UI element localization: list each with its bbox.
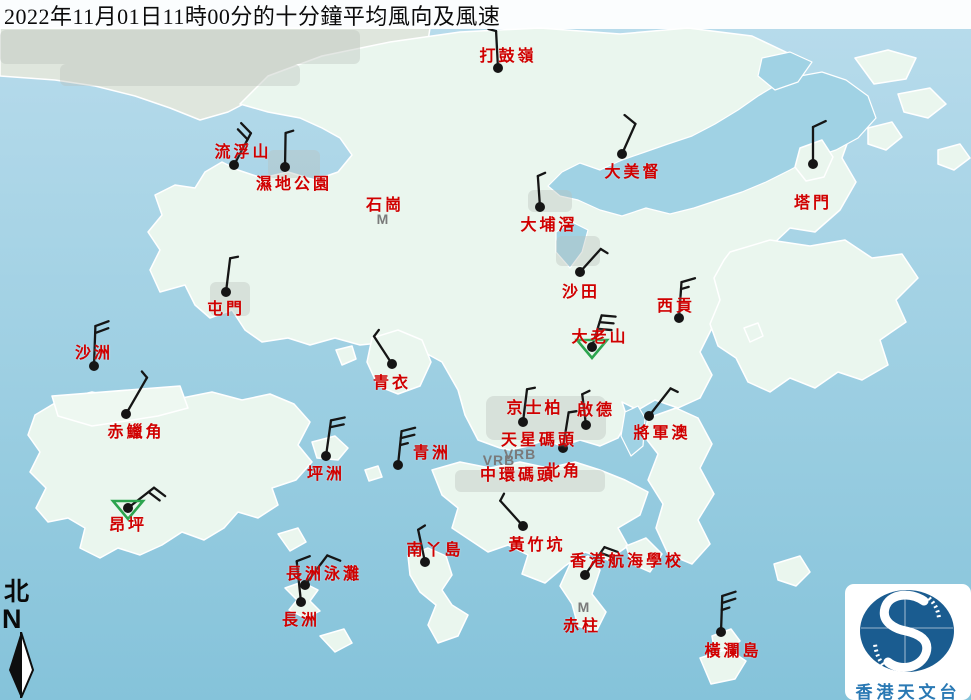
station-濕地公園 <box>280 131 293 172</box>
station-沙田 <box>575 249 608 277</box>
station-西貢 <box>674 278 695 323</box>
station-屯門 <box>221 257 238 297</box>
wind-barb <box>126 371 147 414</box>
station-dot <box>587 342 597 352</box>
wind-barb <box>585 547 618 575</box>
station-dot <box>280 162 290 172</box>
station-dot <box>580 570 590 580</box>
station-坪洲 <box>321 417 345 461</box>
wind-barb <box>305 555 340 585</box>
wind-barb <box>418 525 425 562</box>
station-青洲 <box>393 428 415 470</box>
wind-barb <box>649 388 678 416</box>
wind-barb <box>326 417 345 456</box>
station-dot <box>493 63 503 73</box>
station-大埔滘 <box>535 173 545 212</box>
wind-barb <box>813 121 826 164</box>
station-dot <box>558 443 568 453</box>
wind-barb <box>374 330 392 364</box>
station-dot <box>644 411 654 421</box>
wind-barb <box>128 488 165 508</box>
station-沙洲 <box>89 321 109 371</box>
station-京士柏 <box>518 388 535 427</box>
hko-logo-chinese: 香港天文台 <box>845 678 971 700</box>
station-赤鱲角 <box>121 371 147 419</box>
wind-barb <box>721 592 736 632</box>
station-dot <box>387 359 397 369</box>
hko-logo: 香港天文台 HONG KONG OBSERVATORY <box>845 584 971 700</box>
station-dot <box>321 451 331 461</box>
station-香港航海學校 <box>580 547 618 580</box>
station-大老山 <box>577 315 616 358</box>
north-letter-label: N <box>2 606 42 632</box>
station-dot <box>518 417 528 427</box>
station-dot <box>518 521 528 531</box>
station-dot <box>674 313 684 323</box>
station-dot <box>617 149 627 159</box>
station-啟德 <box>581 391 591 430</box>
north-hanzi-label: 北 <box>2 580 42 606</box>
wind-barb <box>398 428 415 465</box>
wind-barb <box>500 494 523 526</box>
wind-barb <box>234 123 251 165</box>
wind-barb <box>580 249 608 272</box>
station-dot <box>89 361 99 371</box>
station-長洲泳灘 <box>300 555 340 590</box>
wind-barb <box>94 321 109 366</box>
station-dot <box>535 202 545 212</box>
station-塔門 <box>808 121 826 169</box>
station-橫瀾島 <box>716 592 736 637</box>
station-大美督 <box>617 115 635 159</box>
wind-barb <box>538 173 545 207</box>
wind-barb <box>226 257 238 292</box>
wind-barb <box>285 131 293 167</box>
station-dot <box>300 580 310 590</box>
title-bar: 2022年11月01日11時00分的十分鐘平均風向及風速 <box>0 0 971 29</box>
station-將軍澳 <box>644 388 678 421</box>
station-dot <box>581 420 591 430</box>
station-打鼓嶺 <box>488 29 503 73</box>
wind-map-canvas: 打鼓嶺流浮山濕地公園石崗M大美督大埔滘塔門屯門沙洲沙田西貢大老山青衣赤鱲角昂坪坪… <box>0 0 971 700</box>
hko-logo-icon <box>845 584 971 676</box>
wind-barb <box>582 391 589 425</box>
station-dot <box>121 409 131 419</box>
page-title: 2022年11月01日11時00分的十分鐘平均風向及風速 <box>0 0 500 31</box>
station-dot <box>393 460 403 470</box>
station-昂坪 <box>113 488 165 519</box>
station-dot <box>575 267 585 277</box>
station-dot <box>420 557 430 567</box>
wind-barb <box>563 411 577 448</box>
station-南丫島 <box>418 525 430 567</box>
station-dot <box>221 287 231 297</box>
station-dot <box>716 627 726 637</box>
wind-barb <box>679 278 695 318</box>
station-流浮山 <box>229 123 251 170</box>
north-indicator: 北 N <box>2 580 42 700</box>
station-北角 <box>558 411 577 453</box>
wind-barb <box>488 29 498 68</box>
station-layer <box>0 0 971 700</box>
compass-needle-icon <box>2 632 40 698</box>
wind-barb <box>523 388 535 422</box>
wind-barb <box>297 556 310 602</box>
station-dot <box>229 160 239 170</box>
station-dot <box>123 503 133 513</box>
station-青衣 <box>374 330 397 369</box>
station-dot <box>808 159 818 169</box>
station-黃竹坑 <box>500 494 528 531</box>
station-dot <box>296 597 306 607</box>
wind-barb <box>622 115 635 154</box>
